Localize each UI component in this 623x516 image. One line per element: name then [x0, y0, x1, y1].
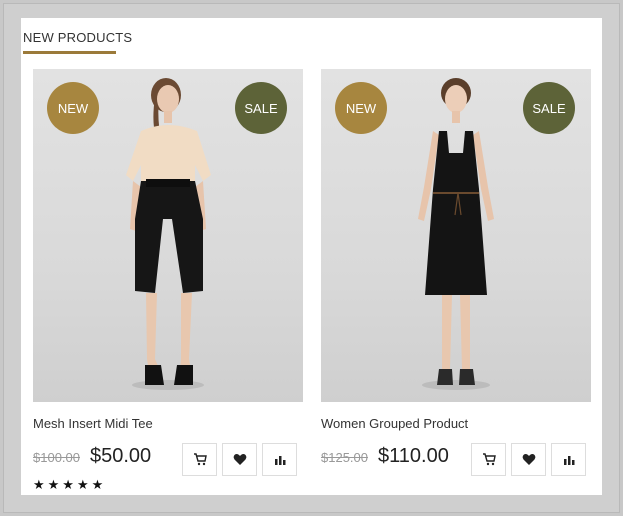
bar-chart-icon	[563, 455, 574, 465]
product-name[interactable]: Mesh Insert Midi Tee	[33, 416, 153, 431]
product-card[interactable]: NEW SALE Women Grouped Product $125.00 $…	[321, 69, 591, 476]
add-to-cart-button[interactable]	[182, 443, 217, 476]
product-actions	[182, 443, 297, 476]
product-name[interactable]: Women Grouped Product	[321, 416, 468, 431]
wishlist-button[interactable]	[222, 443, 257, 476]
new-badge: NEW	[335, 82, 387, 134]
compare-button[interactable]	[551, 443, 586, 476]
compare-button[interactable]	[262, 443, 297, 476]
current-price: $50.00	[90, 445, 152, 467]
old-price: $100.00	[33, 450, 80, 465]
product-card[interactable]: NEW SALE Mesh Insert Midi Tee $100.00 $5…	[33, 69, 303, 492]
heart-icon	[233, 454, 246, 465]
section-title-underline	[23, 51, 116, 54]
cart-icon	[193, 453, 207, 466]
product-image[interactable]: NEW SALE	[33, 69, 303, 402]
star-rating: ★★★★★	[33, 477, 107, 492]
product-actions	[471, 443, 586, 476]
bar-chart-icon	[274, 455, 285, 465]
old-price: $125.00	[321, 450, 368, 465]
add-to-cart-button[interactable]	[471, 443, 506, 476]
current-price: $110.00	[378, 445, 449, 467]
new-products-panel: NEW PRODUCTS NEW SALE Mesh Insert Midi T…	[21, 18, 602, 495]
sale-badge: SALE	[235, 82, 287, 134]
sale-badge: SALE	[523, 82, 575, 134]
product-image[interactable]: NEW SALE	[321, 69, 591, 402]
new-badge: NEW	[47, 82, 99, 134]
wishlist-button[interactable]	[511, 443, 546, 476]
section-title: NEW PRODUCTS	[23, 30, 133, 45]
cart-icon	[482, 453, 496, 466]
heart-icon	[522, 454, 535, 465]
